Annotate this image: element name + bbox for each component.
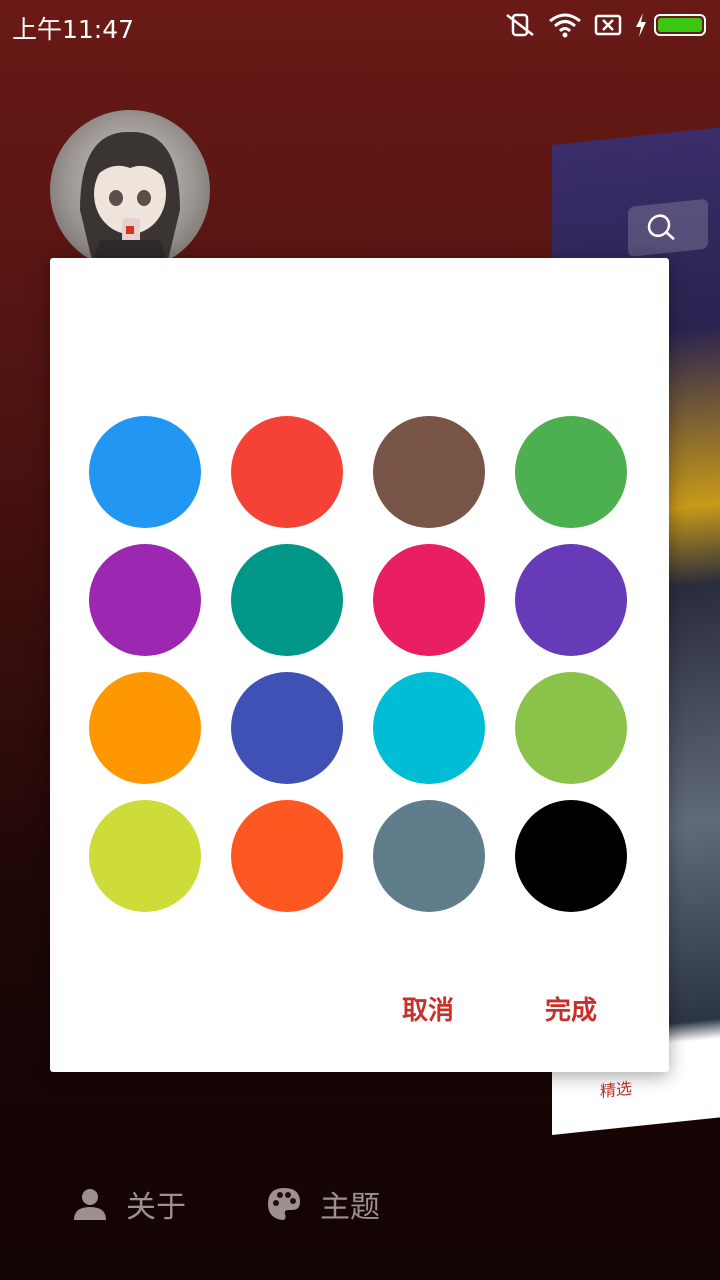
silent-icon [506, 13, 534, 37]
color-swatch-cyan[interactable] [373, 672, 485, 784]
card-tab-featured: 精选 [600, 1078, 633, 1101]
color-swatch-blue-grey[interactable] [373, 800, 485, 912]
color-swatch-light-green[interactable] [515, 672, 627, 784]
cancel-button[interactable]: 取消 [402, 990, 454, 1027]
person-icon [74, 1189, 106, 1220]
sim-icon [594, 14, 622, 36]
user-avatar[interactable] [50, 110, 210, 270]
color-swatch-deep-orange[interactable] [231, 800, 343, 912]
color-swatch-lime[interactable] [89, 800, 201, 912]
color-picker-dialog: 取消 完成 [50, 258, 669, 1072]
color-swatch-teal[interactable] [231, 544, 343, 656]
color-swatch-green[interactable] [515, 416, 627, 528]
card-search-box [628, 198, 708, 258]
color-swatch-indigo[interactable] [231, 672, 343, 784]
color-swatch-pink[interactable] [373, 544, 485, 656]
charging-icon [636, 13, 646, 37]
menu-item-theme-label: 主题 [320, 1190, 380, 1225]
color-swatch-blue[interactable] [89, 416, 201, 528]
menu-item-about[interactable]: 关于 [72, 1182, 186, 1226]
color-swatch-red[interactable] [231, 416, 343, 528]
status-time: 上午11:47 [12, 15, 135, 44]
wifi-icon [549, 13, 581, 38]
avatar-illustration [80, 131, 180, 270]
color-swatch-orange[interactable] [89, 672, 201, 784]
color-swatch-purple[interactable] [89, 544, 201, 656]
palette-icon [268, 1188, 300, 1220]
done-button[interactable]: 完成 [545, 990, 597, 1027]
menu-item-about-label: 关于 [126, 1190, 186, 1225]
status-bar: 上午11:47 [0, 0, 720, 50]
battery-icon [654, 14, 706, 36]
search-icon [647, 214, 675, 241]
color-swatch-black[interactable] [515, 800, 627, 912]
color-swatch-brown[interactable] [373, 416, 485, 528]
color-swatch-deep-purple[interactable] [515, 544, 627, 656]
menu-item-theme[interactable]: 主题 [266, 1182, 380, 1226]
